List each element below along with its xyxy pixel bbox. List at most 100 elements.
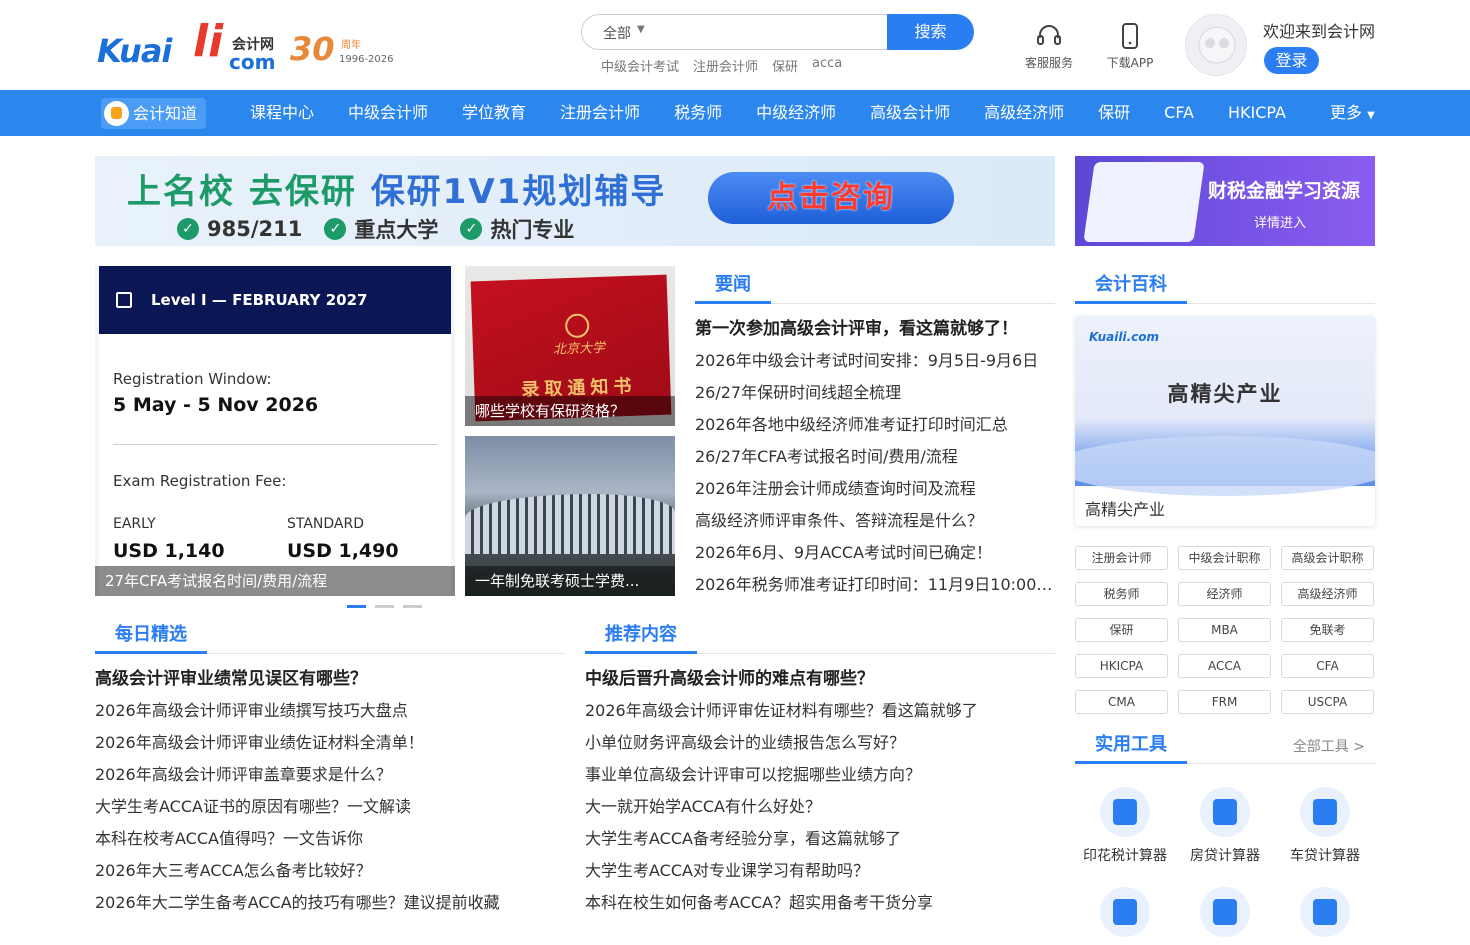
baike-card[interactable]: Kuaili.com 高精尖产业 高精尖产业 xyxy=(1075,316,1375,526)
download-app-button[interactable]: 下载APP xyxy=(1103,22,1157,71)
tag-button[interactable]: 保研 xyxy=(1075,618,1168,642)
daily-tab[interactable]: 每日精选 xyxy=(95,622,207,654)
list-item[interactable]: 大学生考ACCA备考经验分享，看这篇就够了 xyxy=(585,823,1055,855)
list-item[interactable]: 26/27年保研时间线超全梳理 xyxy=(695,377,1055,409)
anniversary-label: 周年 xyxy=(341,40,361,51)
list-item[interactable]: 2026年注册会计师成绩查询时间及流程 xyxy=(695,473,1055,505)
nav-more-button[interactable]: 更多 ▼ xyxy=(1330,90,1375,139)
caret-down-icon: ▼ xyxy=(1367,110,1375,121)
list-item[interactable]: 小单位财务评高级会计的业绩报告怎么写好？ xyxy=(585,727,1055,759)
search-scope-select[interactable]: 全部 xyxy=(603,23,631,43)
list-item[interactable]: 2026年6月、9月ACCA考试时间已确定！ xyxy=(695,537,1055,569)
check-icon: ✓ xyxy=(177,218,199,240)
list-item[interactable]: 2026年中级会计考试时间安排：9月5日-9月6日 xyxy=(695,345,1055,377)
list-item[interactable]: 2026年高级会计师评审佐证材料有哪些？看这篇就够了 xyxy=(585,695,1055,727)
tool-label: 印花税计算器 xyxy=(1083,848,1167,864)
nav-item[interactable]: 课程中心 xyxy=(233,90,331,136)
hotword-link[interactable]: 中级会计考试 xyxy=(601,56,679,75)
list-item[interactable]: 中级后晋升高级会计师的难点有哪些？ xyxy=(585,663,1055,695)
tag-button[interactable]: HKICPA xyxy=(1075,654,1168,678)
banner-check: ✓ 热门专业 xyxy=(460,214,574,244)
mortgage-calculator[interactable]: 房贷计算器 xyxy=(1175,787,1275,865)
tag-button[interactable]: MBA xyxy=(1178,618,1271,642)
slide-caption[interactable]: 27年CFA考试报名时间/费用/流程 xyxy=(95,566,455,596)
list-item[interactable]: 本科在校生如何备考ACCA？超实用备考干货分享 xyxy=(585,887,1055,919)
resource-banner-sub: 详情进入 xyxy=(1254,216,1307,231)
recommend-tab[interactable]: 推荐内容 xyxy=(585,622,697,654)
stamp-tax-calculator[interactable]: 印花税计算器 xyxy=(1075,787,1175,865)
tag-grid: 注册会计师 中级会计职称 高级会计职称 税务师 经济师 高级经济师 保研 MBA… xyxy=(1075,546,1375,714)
list-item[interactable]: 大学生考ACCA证书的原因有哪些？一文解读 xyxy=(95,791,565,823)
all-tools-link[interactable]: 全部工具 > xyxy=(1293,736,1365,756)
thumb-card[interactable]: 北京大学 录取通知书 哪些学校有保研资格？ xyxy=(465,266,675,426)
tag-button[interactable]: 中级会计职称 xyxy=(1178,546,1271,570)
nav-item[interactable]: 保研 xyxy=(1081,90,1147,136)
list-item[interactable]: 本科在校考ACCA值得吗？一文告诉你 xyxy=(95,823,565,855)
thumb-card[interactable]: 一年制免联考硕士学费... xyxy=(465,436,675,596)
nav-item[interactable]: HKICPA xyxy=(1211,90,1303,136)
list-item[interactable]: 大一就开始学ACCA有什么好处？ xyxy=(585,791,1055,823)
list-item[interactable]: 高级经济师评审条件、答辩流程是什么？ xyxy=(695,505,1055,537)
avatar[interactable] xyxy=(1185,14,1247,76)
carousel-dot[interactable] xyxy=(347,605,366,608)
banner-check: ✓ 985/211 xyxy=(177,214,302,244)
baike-tab[interactable]: 会计百科 xyxy=(1075,272,1187,304)
nav-item[interactable]: 注册会计师 xyxy=(543,90,657,136)
list-item[interactable]: 高级会计评审业绩常见误区有哪些？ xyxy=(95,663,565,695)
carousel-slide[interactable]: Level I — FEBRUARY 2027 Registration Win… xyxy=(95,266,455,596)
tag-button[interactable]: CMA xyxy=(1075,690,1168,714)
list-item[interactable]: 26/27年CFA考试报名时间/费用/流程 xyxy=(695,441,1055,473)
tool-item[interactable] xyxy=(1175,887,1275,945)
list-item[interactable]: 2026年大三考ACCA怎么备考比较好？ xyxy=(95,855,565,887)
nav-item[interactable]: 中级会计师 xyxy=(331,90,445,136)
login-button[interactable]: 登录 xyxy=(1264,47,1319,74)
carousel-dot[interactable] xyxy=(403,605,422,608)
hotword-link[interactable]: 保研 xyxy=(772,56,798,75)
tools-tab[interactable]: 实用工具 xyxy=(1075,732,1187,764)
early-fee: USD 1,140 xyxy=(113,540,225,562)
nav-item[interactable]: CFA xyxy=(1147,90,1211,136)
tag-button[interactable]: FRM xyxy=(1178,690,1271,714)
list-item[interactable]: 2026年高级会计师评审业绩佐证材料全清单！ xyxy=(95,727,565,759)
baoyan-banner[interactable]: 上名校 去保研 保研1V1规划辅导 ✓ 985/211 ✓ 重点大学 ✓ 热门专业 点… xyxy=(95,156,1055,246)
carousel-dots xyxy=(347,605,422,608)
anniversary-number: 30 xyxy=(290,30,335,68)
hotword-link[interactable]: acca xyxy=(812,56,842,75)
nav-item[interactable]: 中级经济师 xyxy=(739,90,853,136)
tool-item[interactable] xyxy=(1075,887,1175,945)
car-loan-calculator[interactable]: 车贷计算器 xyxy=(1275,787,1375,865)
tag-button[interactable]: 税务师 xyxy=(1075,582,1168,606)
logo-kuai: Kuai xyxy=(97,32,172,70)
customer-service-button[interactable]: 客服服务 xyxy=(1022,22,1076,71)
list-item[interactable]: 2026年大二学生备考ACCA的技巧有哪些？建议提前收藏 xyxy=(95,887,565,919)
divider xyxy=(113,444,437,445)
tag-button[interactable]: 高级会计职称 xyxy=(1281,546,1374,570)
hotword-link[interactable]: 注册会计师 xyxy=(693,56,758,75)
tool-item[interactable] xyxy=(1275,887,1375,945)
list-item[interactable]: 事业单位高级会计评审可以挖掘哪些业绩方向？ xyxy=(585,759,1055,791)
nav-item[interactable]: 学位教育 xyxy=(445,90,543,136)
nav-item[interactable]: 高级经济师 xyxy=(967,90,1081,136)
list-item[interactable]: 2026年各地中级经济师准考证打印时间汇总 xyxy=(695,409,1055,441)
tag-button[interactable]: 经济师 xyxy=(1178,582,1271,606)
list-item[interactable]: 大学生考ACCA对专业课学习有帮助吗？ xyxy=(585,855,1055,887)
tag-button[interactable]: CFA xyxy=(1281,654,1374,678)
nav-item[interactable]: 高级会计师 xyxy=(853,90,967,136)
site-logo[interactable]: Kuai li 会计网 com 30 周年 1996-2026 xyxy=(97,20,397,75)
tag-button[interactable]: 注册会计师 xyxy=(1075,546,1168,570)
list-item[interactable]: 2026年高级会计师评审盖章要求是什么？ xyxy=(95,759,565,791)
list-item[interactable]: 2026年高级会计师评审业绩撰写技巧大盘点 xyxy=(95,695,565,727)
list-item[interactable]: 第一次参加高级会计评审，看这篇就够了！ xyxy=(695,313,1055,345)
resource-banner[interactable]: 财税金融学习资源 详情进入 xyxy=(1075,156,1375,246)
tag-button[interactable]: 免联考 xyxy=(1281,618,1374,642)
consult-button[interactable]: 点击咨询 xyxy=(708,172,954,224)
tag-button[interactable]: 高级经济师 xyxy=(1281,582,1374,606)
yaowen-tab[interactable]: 要闻 xyxy=(695,272,771,304)
kuaiji-zhidao-button[interactable]: 会计知道 xyxy=(101,98,206,129)
search-button[interactable]: 搜索 xyxy=(887,14,974,50)
tag-button[interactable]: ACCA xyxy=(1178,654,1271,678)
nav-item[interactable]: 税务师 xyxy=(657,90,739,136)
tag-button[interactable]: USCPA xyxy=(1281,690,1374,714)
list-item[interactable]: 2026年税务师准考证打印时间：11月9日10:00至... xyxy=(695,569,1055,601)
carousel-dot[interactable] xyxy=(375,605,394,608)
